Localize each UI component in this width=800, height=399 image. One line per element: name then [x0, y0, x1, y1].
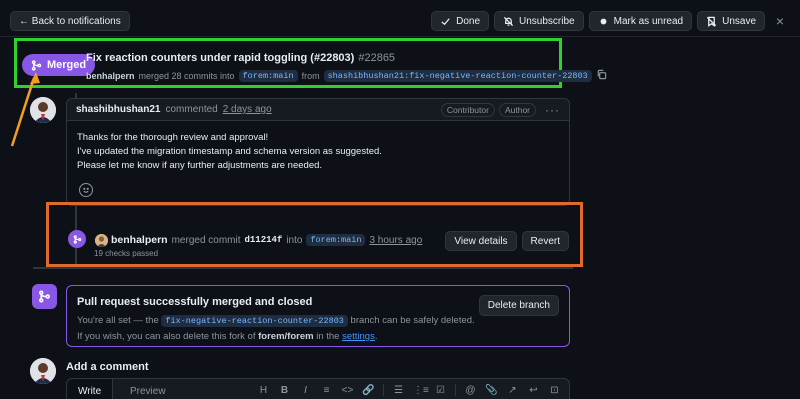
copy-icon[interactable] — [596, 69, 607, 82]
pr-title-text: Fix reaction counters under rapid toggli… — [86, 52, 355, 64]
base-branch-chip[interactable]: forem:main — [238, 69, 298, 82]
comment-tags: Contributor Author ··· — [440, 102, 560, 117]
delete-branch-button[interactable]: Delete branch — [478, 295, 559, 316]
kebab-menu-icon[interactable]: ··· — [545, 103, 560, 117]
top-actions: Done Unsubscribe Mark as unread Unsave × — [431, 11, 790, 31]
close-icon[interactable]: × — [770, 13, 790, 29]
merged-label: Merged — [47, 59, 87, 71]
branch-chip[interactable]: fix-negative-reaction-counter-22803 — [161, 315, 348, 327]
comment-time-link[interactable]: 2 days ago — [223, 104, 272, 115]
comment-line: Thanks for the thorough review and appro… — [77, 132, 269, 143]
unsubscribe-button[interactable]: Unsubscribe — [494, 11, 584, 31]
settings-link[interactable]: settings — [342, 331, 375, 342]
comment-header: shashibhushan21 commented 2 days ago Con… — [67, 99, 569, 121]
heading-icon[interactable]: H — [257, 385, 270, 396]
revert-button[interactable]: Revert — [521, 231, 569, 251]
comment-line: Please let me know if any further adjust… — [77, 160, 323, 171]
head-branch-chip[interactable]: shashibhushan21:fix-negative-reaction-co… — [323, 69, 592, 82]
contributor-badge: Contributor — [440, 102, 495, 117]
cross-reference-icon[interactable]: ↗ — [506, 385, 519, 396]
repo-name: forem/forem — [258, 331, 314, 342]
bookmark-slash-icon — [707, 16, 717, 27]
done-label: Done — [456, 15, 481, 27]
pr-header-highlight: Merged Fix reaction counters under rapid… — [14, 38, 606, 88]
quote-icon[interactable]: ≡ — [320, 385, 333, 396]
smiley-icon[interactable] — [79, 183, 93, 197]
merge-actions: View details Revert — [445, 231, 569, 251]
unsubscribe-label: Unsubscribe — [519, 15, 575, 27]
done-button[interactable]: Done — [431, 11, 490, 31]
task-list-icon[interactable]: ☑ — [434, 385, 447, 396]
add-comment-title: Add a comment — [66, 361, 149, 373]
mark-as-unread-button[interactable]: Mark as unread — [588, 11, 693, 31]
comment-body: Thanks for the thorough review and appro… — [67, 121, 569, 173]
from-text: from — [301, 70, 320, 81]
git-merge-icon — [68, 230, 86, 248]
top-divider — [0, 36, 800, 37]
into-text: into — [286, 234, 303, 246]
pr-number: #22865 — [358, 52, 396, 64]
git-merge-icon — [31, 59, 42, 71]
back-to-notifications-button[interactable]: ← Back to notifications — [10, 11, 130, 31]
pr-meta: benhalpern merged 28 commits into forem:… — [86, 69, 607, 82]
merge-event-highlight: benhalpern merged commit d11214f into fo… — [46, 202, 583, 267]
merge-text: merged commit — [171, 234, 241, 246]
tab-write[interactable]: Write — [67, 379, 114, 399]
author-badge: Author — [498, 102, 536, 117]
merge-author-link[interactable]: benhalpern — [111, 234, 168, 246]
ordered-list-icon[interactable]: ☰ — [392, 385, 405, 396]
merged-box-description: You're all set — the fix-negative-reacti… — [77, 313, 477, 344]
fullscreen-icon[interactable]: ⊡ — [548, 385, 561, 396]
unsave-button[interactable]: Unsave — [697, 11, 765, 31]
commented-text: commented — [165, 104, 218, 115]
italic-icon[interactable]: I — [299, 385, 312, 396]
top-bar: ← Back to notifications Done Unsubscribe… — [10, 11, 790, 31]
unordered-list-icon[interactable]: ⋮≡ — [413, 385, 429, 396]
check-icon — [441, 17, 450, 25]
desc-in: in the — [316, 331, 340, 342]
avatar[interactable] — [30, 97, 56, 123]
tab-preview[interactable]: Preview — [119, 379, 177, 399]
merged-closed-box: Pull request successfully merged and clo… — [66, 285, 570, 347]
avatar[interactable] — [95, 234, 108, 247]
avatar — [30, 358, 56, 384]
comment-author-link[interactable]: shashibhushan21 — [76, 104, 160, 115]
toolbar-divider — [383, 384, 384, 396]
branch-chip[interactable]: forem:main — [306, 234, 366, 246]
link-icon[interactable]: 🔗 — [362, 385, 375, 396]
comment-line: I've updated the migration timestamp and… — [77, 146, 382, 157]
mention-icon[interactable]: @ — [464, 385, 477, 396]
bell-slash-icon — [503, 16, 514, 26]
bold-icon[interactable]: B — [278, 385, 291, 396]
desc-start: You're all set — the — [77, 315, 159, 326]
code-icon[interactable]: <> — [341, 385, 354, 396]
pr-author-link[interactable]: benhalpern — [86, 71, 135, 81]
mark-unread-label: Mark as unread — [613, 15, 684, 27]
pr-title: Fix reaction counters under rapid toggli… — [86, 52, 395, 64]
merge-line: benhalpern merged commit d11214f into fo… — [111, 234, 422, 246]
comment-editor: Write Preview H B I ≡ <> 🔗 ☰ ⋮≡ ☑ @ 📎 ↗ … — [66, 378, 570, 399]
view-details-button[interactable]: View details — [445, 231, 517, 251]
pr-meta-text: merged 28 commits into — [138, 70, 235, 81]
toolbar-divider — [455, 384, 456, 396]
git-merge-icon — [32, 284, 57, 309]
timeline-divider — [33, 267, 573, 269]
dot-icon — [600, 18, 607, 24]
desc-end: . — [374, 331, 378, 342]
commit-sha-link[interactable]: d11214f — [245, 235, 283, 245]
checks-status[interactable]: 19 checks passed — [94, 249, 158, 258]
unsave-label: Unsave — [722, 15, 756, 27]
editor-toolbar: H B I ≡ <> 🔗 ☰ ⋮≡ ☑ @ 📎 ↗ ↩ ⊡ — [257, 384, 561, 396]
reply-icon[interactable]: ↩ — [527, 385, 540, 396]
comment-box: shashibhushan21 commented 2 days ago Con… — [66, 98, 570, 206]
attach-icon[interactable]: 📎 — [485, 385, 498, 396]
merge-time-link[interactable]: 3 hours ago — [369, 235, 422, 246]
